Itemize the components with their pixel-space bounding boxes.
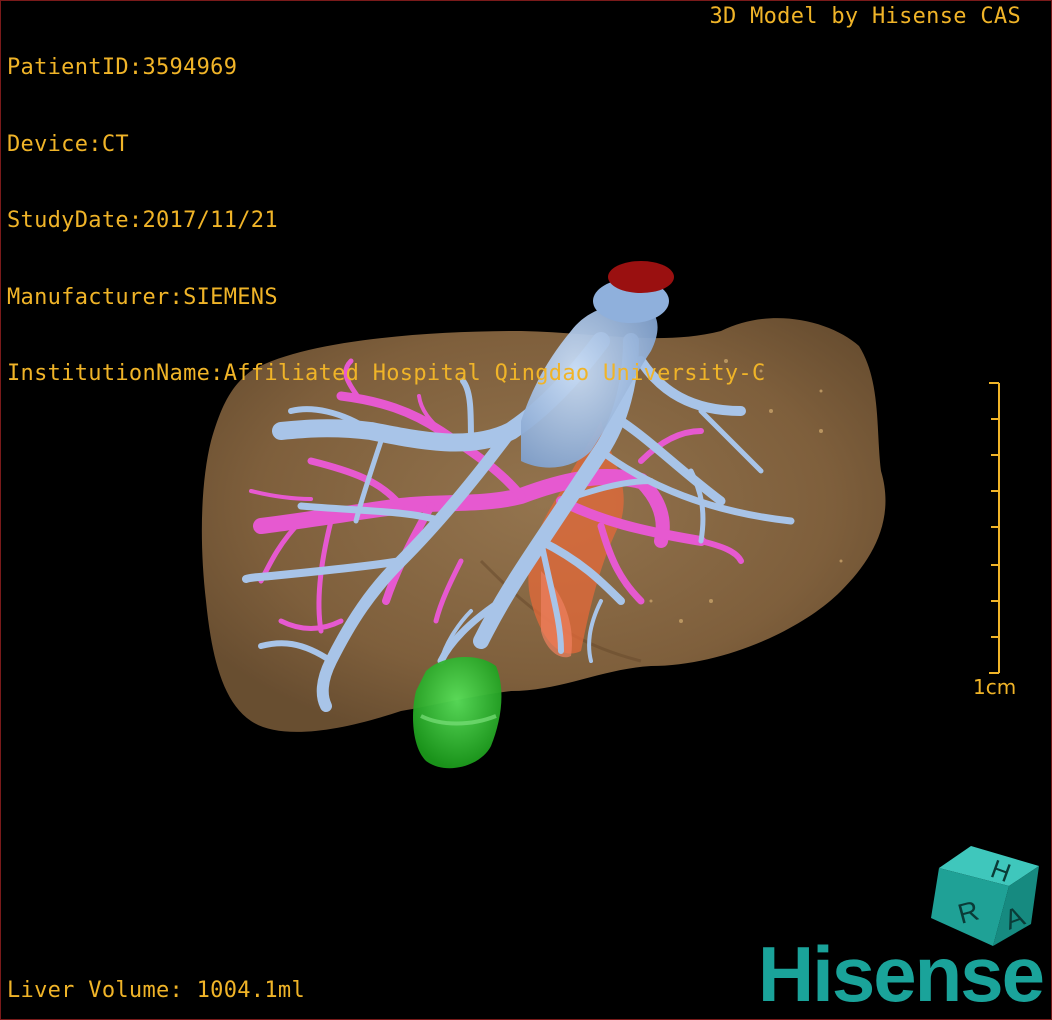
device: Device:CT xyxy=(7,131,129,157)
hisense-logo: Hisense xyxy=(757,930,1045,1018)
patient-id: PatientID:3594969 xyxy=(7,55,238,80)
gallbladder xyxy=(413,656,502,769)
institution-name: InstitutionName:Affiliated Hospital Qing… xyxy=(7,361,766,386)
scale-bar xyxy=(989,382,1000,674)
model-credit: 3D Model by Hisense CAS xyxy=(709,4,1021,29)
3d-viewport[interactable]: PatientID:3594969 Device:CT StudyDate:20… xyxy=(0,0,1052,1020)
liver-volume: Liver Volume: 1004.1ml xyxy=(7,977,305,1003)
study-date: StudyDate:2017/11/21 xyxy=(7,208,278,233)
scale-label: 1cm xyxy=(973,675,1017,699)
manufacturer: Manufacturer:SIEMENS xyxy=(7,284,278,310)
patient-info: PatientID:3594969 Device:CT StudyDate:20… xyxy=(7,4,766,438)
